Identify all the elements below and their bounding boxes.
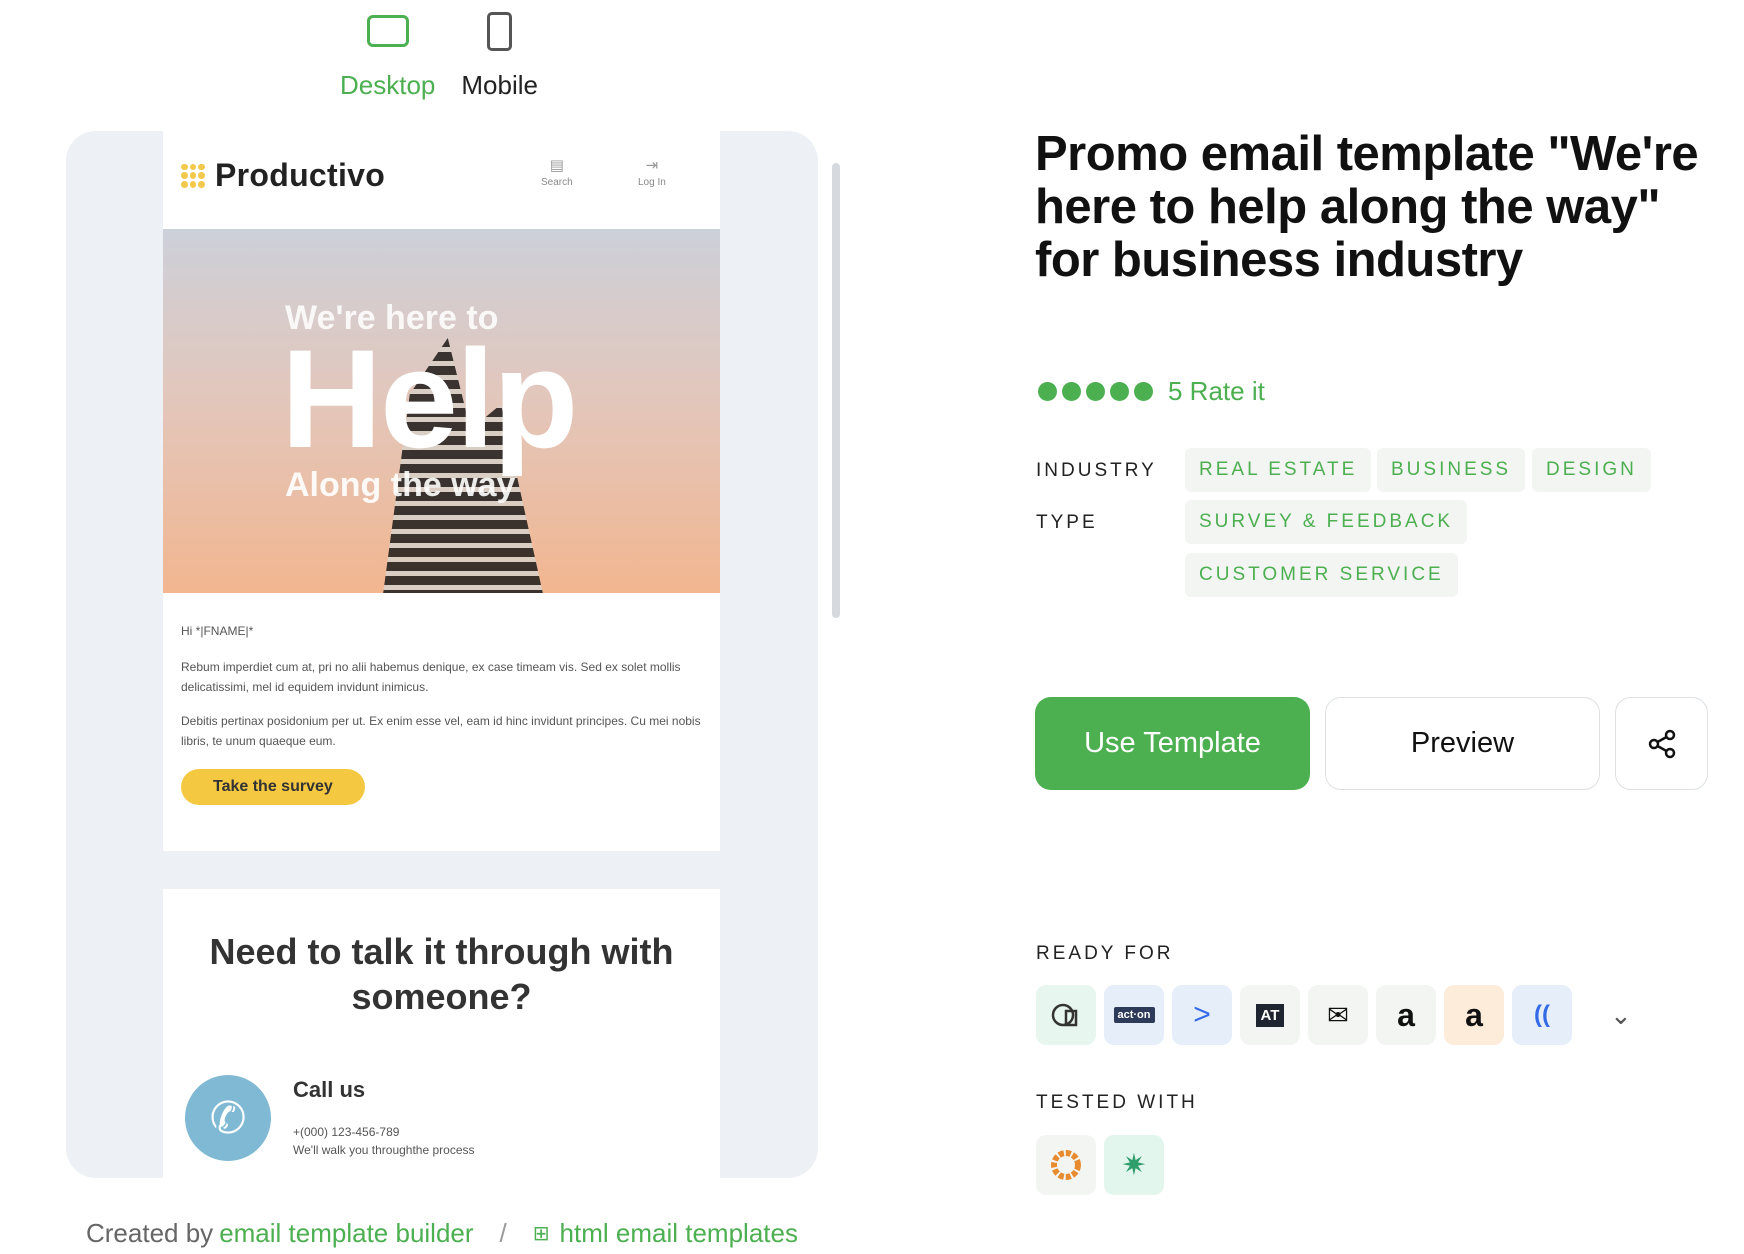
act-on-icon[interactable]: act·on <box>1104 985 1164 1045</box>
tested-with-label: TESTED WITH <box>1036 1092 1198 1113</box>
brand-name: Productivo <box>215 157 386 193</box>
share-icon <box>1648 729 1675 758</box>
brand-logo: Productivo <box>181 157 385 194</box>
campaign-monitor-icon[interactable] <box>1036 985 1096 1045</box>
rating-text[interactable]: 5 Rate it <box>1168 376 1265 407</box>
grid-icon: ⊞ <box>532 1223 550 1245</box>
device-toggle: Desktop Mobile <box>340 6 538 101</box>
mobile-icon <box>487 11 513 51</box>
tested-with-list: ✷ <box>1036 1135 1164 1195</box>
created-by-label: Created by <box>86 1218 214 1248</box>
industry-tag-real-estate[interactable]: REAL ESTATE <box>1185 448 1372 492</box>
email-client-icon[interactable]: ✉ <box>1308 985 1368 1045</box>
footer-credits: Created by email template builder / ⊞ ht… <box>86 1218 798 1249</box>
preview-button[interactable]: Preview <box>1325 697 1600 790</box>
desktop-label: Desktop <box>340 70 436 100</box>
ready-for-list: act·on > AT ✉ a a (( ⌄ <box>1036 985 1632 1045</box>
call-note: We'll walk you throughthe process <box>293 1143 475 1157</box>
chevron-down-icon[interactable]: ⌄ <box>1610 1000 1632 1031</box>
header-search-link[interactable]: ▤ Search <box>541 156 573 188</box>
email-template-builder-link[interactable]: email template builder <box>219 1218 473 1249</box>
rating-dot-3[interactable] <box>1086 382 1105 401</box>
share-button[interactable] <box>1615 697 1708 790</box>
contact-section: Need to talk it through with someone? ✆ … <box>163 889 720 1178</box>
call-phone: +(000) 123-456-789 <box>293 1125 400 1139</box>
use-template-button[interactable]: Use Template <box>1035 697 1310 790</box>
header-search-label: Search <box>541 177 573 188</box>
email-on-acid-icon[interactable]: ✷ <box>1104 1135 1164 1195</box>
type-tag-customer-service[interactable]: CUSTOMER SERVICE <box>1185 553 1458 597</box>
desktop-icon <box>366 15 409 47</box>
type-tag-survey-feedback[interactable]: SURVEY & FEEDBACK <box>1185 500 1468 544</box>
call-us-title: Call us <box>293 1077 366 1102</box>
activecampaign-icon[interactable]: > <box>1172 985 1232 1045</box>
header-login-link[interactable]: ⇥ Log In <box>638 156 666 188</box>
litmus-icon[interactable] <box>1036 1135 1096 1195</box>
mobile-label: Mobile <box>461 70 538 100</box>
body-paragraph-1: Rebum imperdiet cum at, pri no alii habe… <box>181 660 681 694</box>
amazon-ses-icon[interactable]: a <box>1376 985 1436 1045</box>
aweber-icon[interactable]: AT <box>1240 985 1300 1045</box>
desktop-toggle-button[interactable]: Desktop <box>340 6 435 101</box>
braze-icon[interactable]: (( <box>1512 985 1572 1045</box>
hero-banner: We're here to Help Along the way <box>163 229 720 593</box>
rating-dot-4[interactable] <box>1110 382 1129 401</box>
header-login-label: Log In <box>638 177 666 188</box>
hero-sub-text: Along the way <box>285 466 516 504</box>
rating[interactable]: 5 Rate it <box>1038 376 1265 407</box>
phone-icon: ✆ <box>185 1075 271 1161</box>
email-preview-frame[interactable]: Productivo ▤ Search ⇥ Log In We're here … <box>66 131 818 1178</box>
email-header: Productivo ▤ Search ⇥ Log In <box>163 131 720 229</box>
type-label: TYPE <box>1036 512 1098 533</box>
industry-label: INDUSTRY <box>1036 460 1157 481</box>
greeting: Hi *|FNAME|* <box>181 624 254 638</box>
logo-dots-icon <box>181 163 205 188</box>
html-email-templates-link[interactable]: html email templates <box>560 1218 798 1249</box>
take-survey-button[interactable]: Take the survey <box>181 769 365 805</box>
login-icon: ⇥ <box>645 157 659 174</box>
ready-for-label: READY FOR <box>1036 943 1174 964</box>
rating-dot-5[interactable] <box>1134 382 1153 401</box>
email-body: Hi *|FNAME|* Rebum imperdiet cum at, pri… <box>163 593 720 851</box>
email-content: Productivo ▤ Search ⇥ Log In We're here … <box>163 131 720 1178</box>
rating-dot-2[interactable] <box>1062 382 1081 401</box>
rating-dot-1[interactable] <box>1038 382 1057 401</box>
industry-tag-business[interactable]: BUSINESS <box>1377 448 1526 492</box>
template-title: Promo email template "We're here to help… <box>1035 127 1699 287</box>
footer-separator: / <box>499 1218 507 1248</box>
hero-big-text: Help <box>281 320 578 477</box>
body-paragraph-2: Debitis pertinax posidonium per ut. Ex e… <box>181 714 701 748</box>
industry-tag-design[interactable]: DESIGN <box>1532 448 1651 492</box>
search-icon: ▤ <box>549 157 564 174</box>
amazon-pinpoint-icon[interactable]: a <box>1444 985 1504 1045</box>
mobile-toggle-button[interactable]: Mobile <box>461 6 538 101</box>
preview-scrollbar[interactable] <box>832 163 840 618</box>
contact-title: Need to talk it through with someone? <box>209 931 674 1017</box>
